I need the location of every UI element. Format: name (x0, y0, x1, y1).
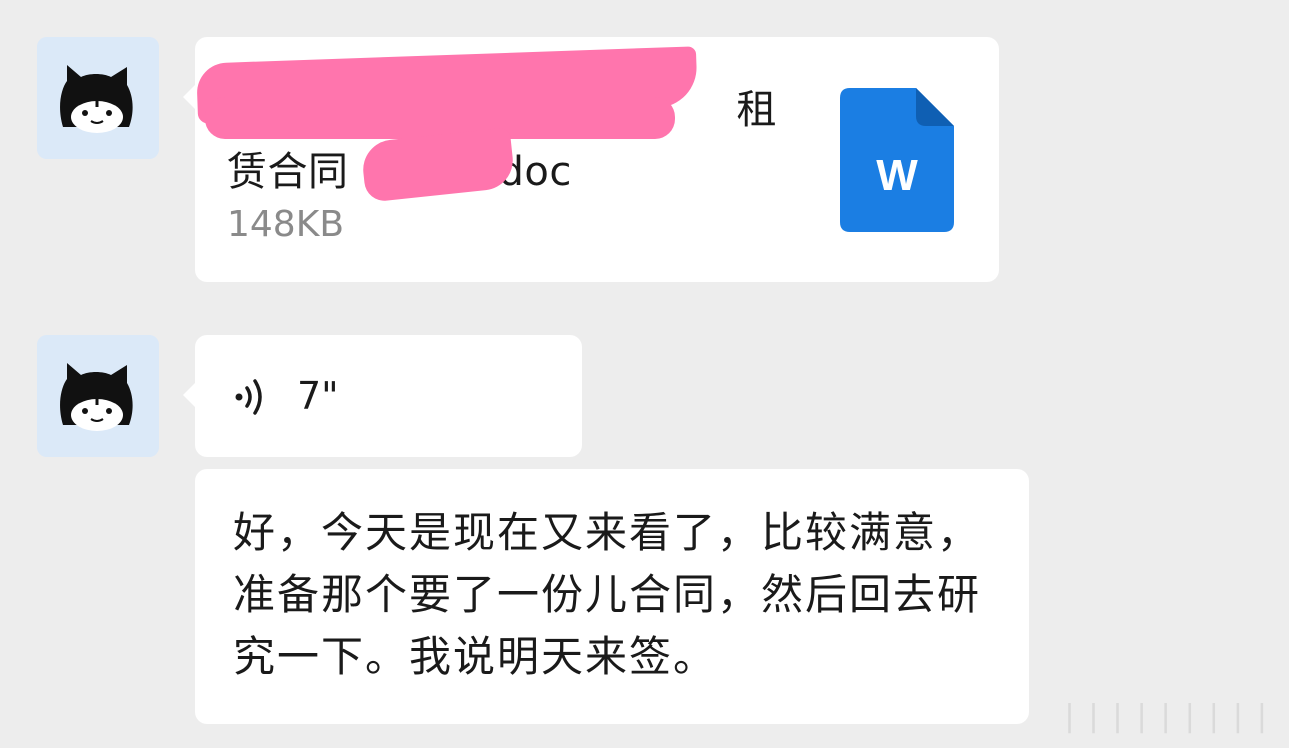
chat-area: 租 赁合同 doc 148KB W 7" 好，今天是现在又来看了，比较满意，准备… (0, 0, 1289, 748)
bubble-tail (183, 85, 195, 109)
avatar[interactable] (37, 335, 159, 457)
cat-avatar-icon (37, 335, 159, 457)
voice-wave-icon (235, 379, 262, 415)
avatar[interactable] (37, 37, 159, 159)
voice-transcript-bubble[interactable]: 好，今天是现在又来看了，比较满意，准备那个要了一份儿合同，然后回去研究一下。我说… (195, 469, 1029, 724)
cat-avatar-icon (37, 37, 159, 159)
bubble-tail (183, 383, 195, 407)
voice-duration: 7" (297, 374, 339, 418)
transcript-text: 好，今天是现在又来看了，比较满意，准备那个要了一份儿合同，然后回去研究一下。我说… (233, 508, 982, 681)
word-icon-letter: W (876, 151, 918, 200)
word-document-icon: W (840, 88, 954, 232)
file-name-line-2-start: 赁合同 (227, 149, 349, 195)
watermark: ||||||||| (1060, 699, 1277, 734)
file-message-bubble[interactable]: 租 赁合同 doc 148KB W (183, 37, 999, 282)
file-name-line-1: 租 (736, 87, 777, 133)
file-size: 148KB (227, 204, 345, 245)
redaction-mark (205, 97, 675, 139)
voice-message-bubble[interactable]: 7" (183, 335, 582, 457)
